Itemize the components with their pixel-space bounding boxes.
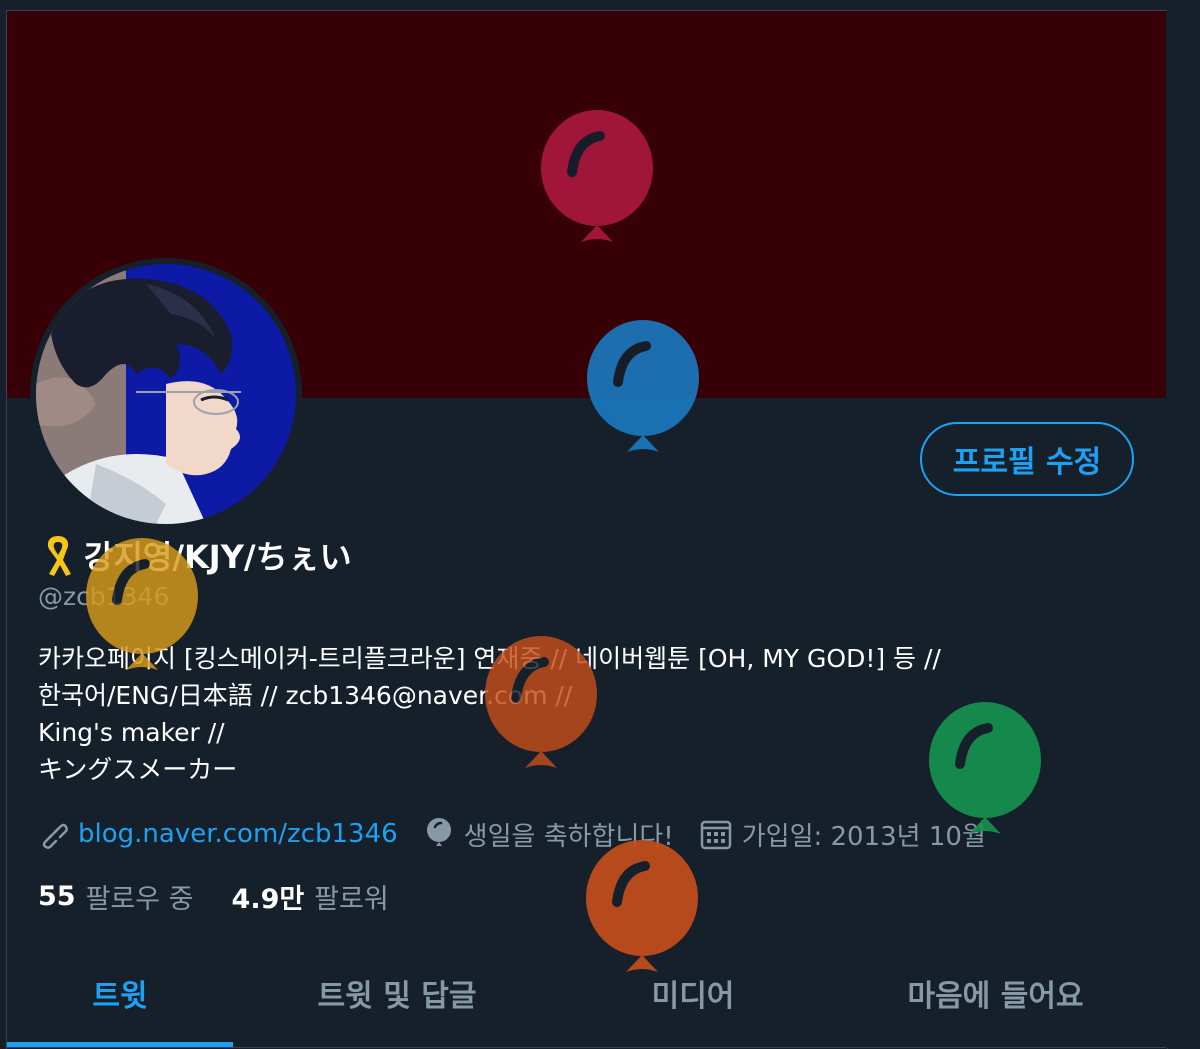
profile-meta: blog.naver.com/zcb1346 생일을 축하합니다! 가입일: 2… <box>38 812 1012 856</box>
yellow-ribbon-icon <box>47 536 71 576</box>
birthday-text: 생일을 축하합니다! <box>463 821 674 852</box>
website-link[interactable]: blog.naver.com/zcb1346 <box>78 819 398 849</box>
page-gutter <box>1167 0 1200 1048</box>
followers-count[interactable]: 4.9만 <box>232 877 305 916</box>
tab-tweets[interactable]: 트윗 <box>7 950 233 1036</box>
following-count[interactable]: 55 <box>38 881 76 912</box>
edit-profile-button[interactable]: 프로필 수정 <box>920 422 1134 496</box>
link-icon <box>42 823 68 849</box>
balloon-icon <box>426 818 451 846</box>
followers-label[interactable]: 팔로워 <box>314 877 389 916</box>
tab-likes[interactable]: 마음에 들어요 <box>825 950 1166 1036</box>
calendar-icon <box>700 820 731 850</box>
bio-line: キングスメーカー <box>38 755 238 784</box>
birthday-item: 생일을 축하합니다! <box>424 816 674 853</box>
tab-tweets-and-replies[interactable]: 트윗 및 답글 <box>233 950 561 1036</box>
display-name: 강지영/KJY/ちぇい <box>84 538 352 576</box>
website-item: blog.naver.com/zcb1346 <box>38 819 398 849</box>
profile-name-row: 강지영/KJY/ちぇい <box>40 530 352 580</box>
follow-stats: 55 팔로우 중 4.9만 팔로워 <box>38 874 427 918</box>
bio-line: 카카오페이지 [킹스메이커-트리플크라운] 연재중 // 네이버웹툰 [OH, … <box>38 644 941 673</box>
avatar[interactable] <box>30 258 302 530</box>
user-handle: @zcb1346 <box>38 582 170 611</box>
avatar-illustration <box>36 264 296 524</box>
profile-tabs: 트윗 트윗 및 답글 미디어 마음에 들어요 <box>7 950 1166 1048</box>
profile-bio: 카카오페이지 [킹스메이커-트리플크라운] 연재중 // 네이버웹툰 [OH, … <box>38 640 1138 788</box>
bio-line: King's maker // <box>38 718 225 747</box>
joined-text: 가입일: 2013년 10월 <box>741 821 986 852</box>
joined-item: 가입일: 2013년 10월 <box>700 816 986 853</box>
tab-media[interactable]: 미디어 <box>561 950 825 1036</box>
bio-line: 한국어/ENG/日本語 // zcb1346@naver.com // <box>38 681 573 710</box>
following-label[interactable]: 팔로우 중 <box>86 877 194 916</box>
